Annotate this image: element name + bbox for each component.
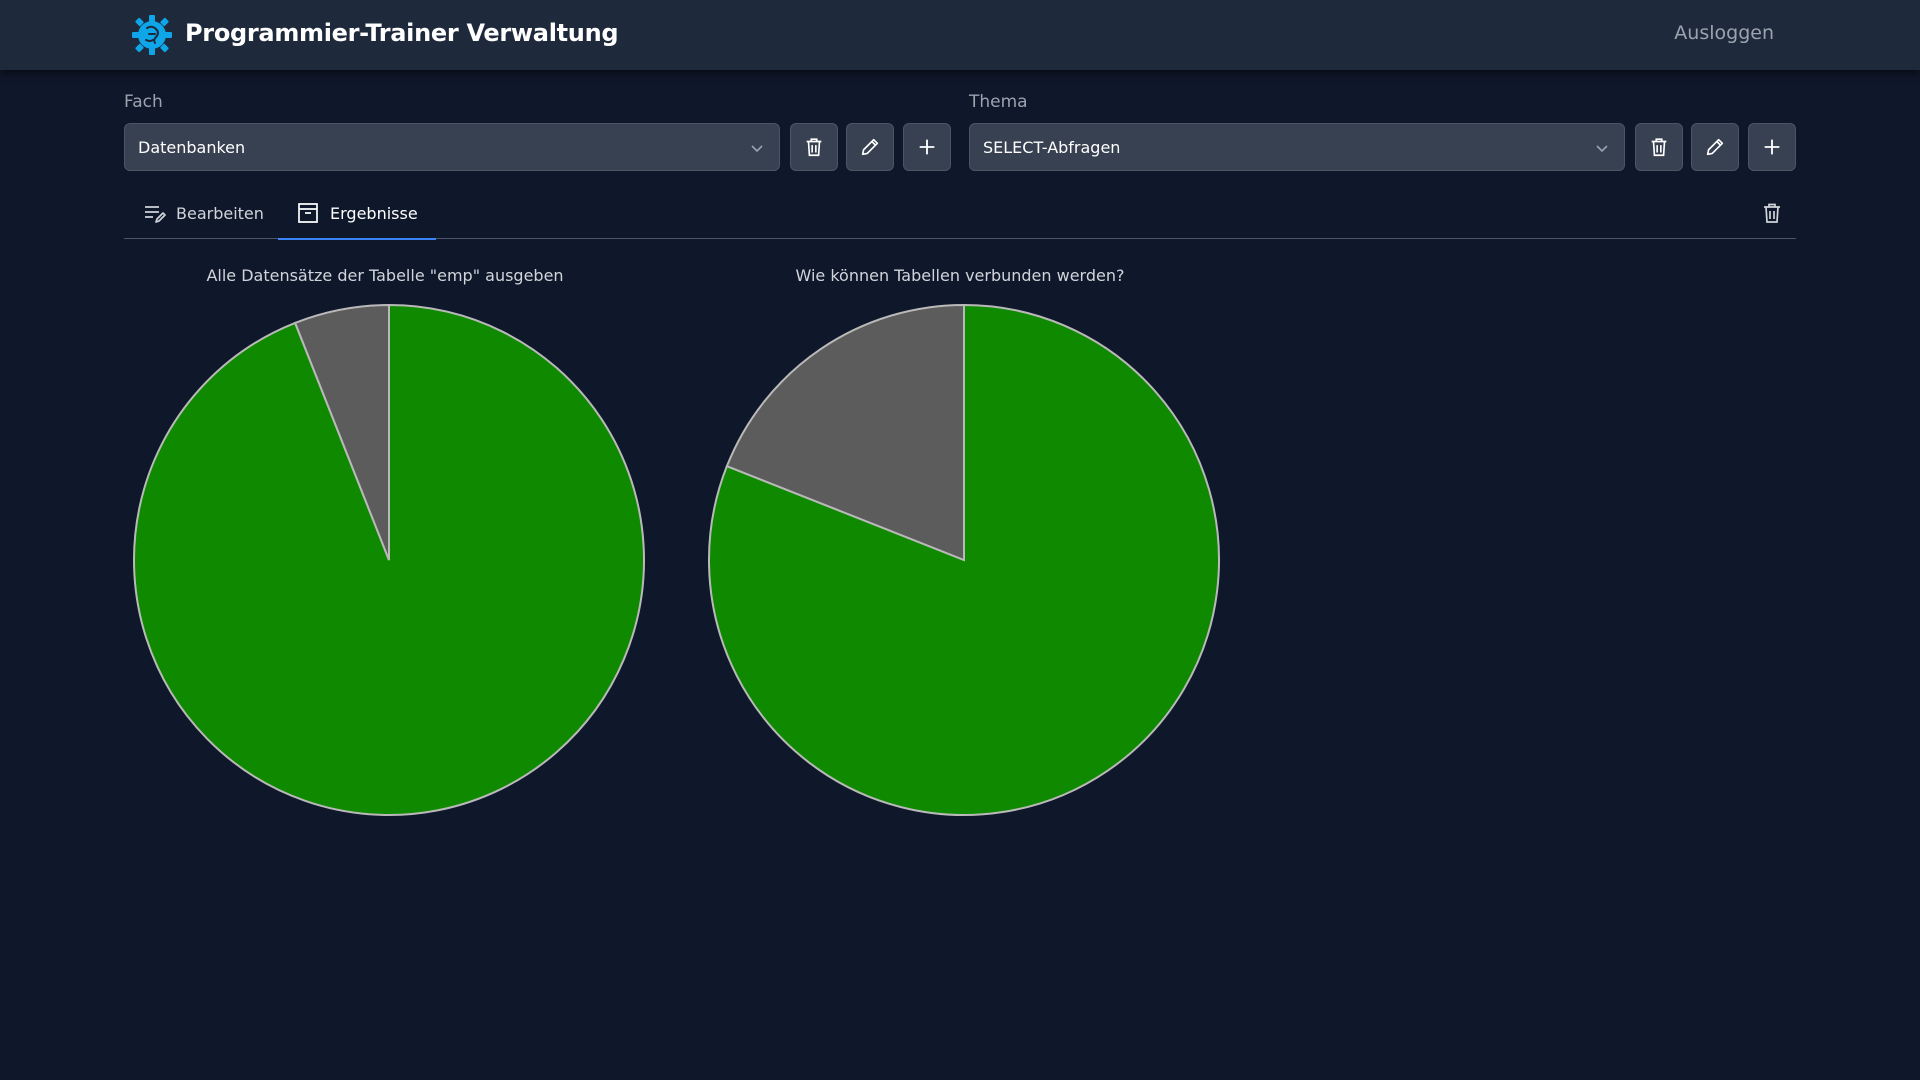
trash-icon: [1651, 138, 1667, 157]
tab-bar: Bearbeiten Ergebnisse: [124, 187, 1796, 240]
archive-box-icon: [298, 203, 318, 223]
topic-label: Thema: [969, 92, 1028, 112]
subject-label: Fach: [124, 92, 163, 112]
gear-brain-logo-icon: [132, 15, 172, 55]
tab-label: Bearbeiten: [176, 203, 264, 223]
tab-ergebnisse[interactable]: Ergebnisse: [278, 187, 436, 240]
subject-selected-value: Datenbanken: [138, 137, 246, 157]
chevron-down-icon: [1596, 145, 1608, 153]
pie-chart-1: [133, 303, 645, 816]
topic-selected-value: SELECT-Abfragen: [983, 137, 1121, 157]
trash-icon: [806, 138, 822, 157]
topic-select[interactable]: SELECT-Abfragen: [969, 123, 1625, 171]
add-subject-button[interactable]: [903, 123, 951, 171]
plus-icon: [919, 139, 935, 155]
app-title: Programmier-Trainer Verwaltung: [185, 19, 619, 47]
subject-select[interactable]: Datenbanken: [124, 123, 780, 171]
edit-topic-button[interactable]: [1691, 123, 1739, 171]
chevron-down-icon: [751, 145, 763, 153]
edit-list-icon: [145, 206, 166, 223]
pie-chart-2: [708, 303, 1220, 816]
pencil-icon: [1706, 138, 1724, 156]
chart-title: Alle Datensätze der Tabelle "emp" ausgeb…: [206, 266, 564, 285]
plus-icon: [1764, 139, 1780, 155]
tab-label: Ergebnisse: [330, 203, 418, 223]
edit-subject-button[interactable]: [846, 123, 894, 171]
delete-subject-button[interactable]: [790, 123, 838, 171]
logout-link[interactable]: Ausloggen: [1674, 22, 1774, 44]
delete-results-trash-icon[interactable]: [1760, 201, 1784, 225]
top-bar: Programmier-Trainer Verwaltung Ausloggen: [0, 0, 1920, 70]
delete-topic-button[interactable]: [1635, 123, 1683, 171]
tab-bearbeiten[interactable]: Bearbeiten: [142, 187, 264, 239]
chart-title: Wie können Tabellen verbunden werden?: [795, 266, 1125, 285]
pencil-icon: [861, 138, 879, 156]
add-topic-button[interactable]: [1748, 123, 1796, 171]
